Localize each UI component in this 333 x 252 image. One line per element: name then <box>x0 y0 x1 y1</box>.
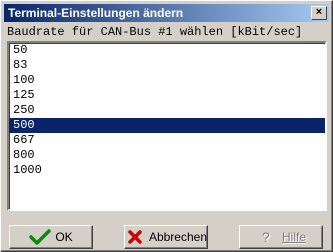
ok-button[interactable]: OK <box>9 225 93 249</box>
help-button[interactable]: ? Hilfe <box>239 225 323 249</box>
red-x-icon <box>125 229 145 245</box>
help-label: Hilfe <box>281 230 306 244</box>
close-button[interactable]: × <box>311 6 327 20</box>
svg-text:?: ? <box>262 229 270 245</box>
cancel-button[interactable]: Abbrechen <box>124 225 208 249</box>
ok-label: OK <box>55 230 73 244</box>
list-item[interactable]: 250 <box>9 103 325 118</box>
list-item[interactable]: 1000 <box>9 163 325 178</box>
window-title: Terminal-Einstellungen ändern <box>8 6 184 20</box>
dialog-window: Terminal-Einstellungen ändern × Baudrate… <box>0 0 333 252</box>
list-item[interactable]: 83 <box>9 58 325 73</box>
question-mark-icon: ? <box>256 229 278 245</box>
list-item[interactable]: 50 <box>9 43 325 58</box>
cancel-label: Abbrechen <box>148 230 207 244</box>
list-item-selected[interactable]: 500 <box>9 118 325 133</box>
list-item[interactable]: 125 <box>9 88 325 103</box>
green-check-icon <box>29 229 52 245</box>
title-bar[interactable]: Terminal-Einstellungen ändern × <box>4 4 329 22</box>
list-item[interactable]: 100 <box>9 73 325 88</box>
baudrate-listbox[interactable]: 50 83 100 125 250 500 667 800 1000 <box>7 41 327 211</box>
baudrate-prompt-label: Baudrate für CAN-Bus #1 wählen [kBit/sec… <box>7 25 303 39</box>
list-item[interactable]: 667 <box>9 133 325 148</box>
list-item[interactable]: 800 <box>9 148 325 163</box>
button-row: OK Abbrechen ? Hilfe <box>1 225 332 249</box>
